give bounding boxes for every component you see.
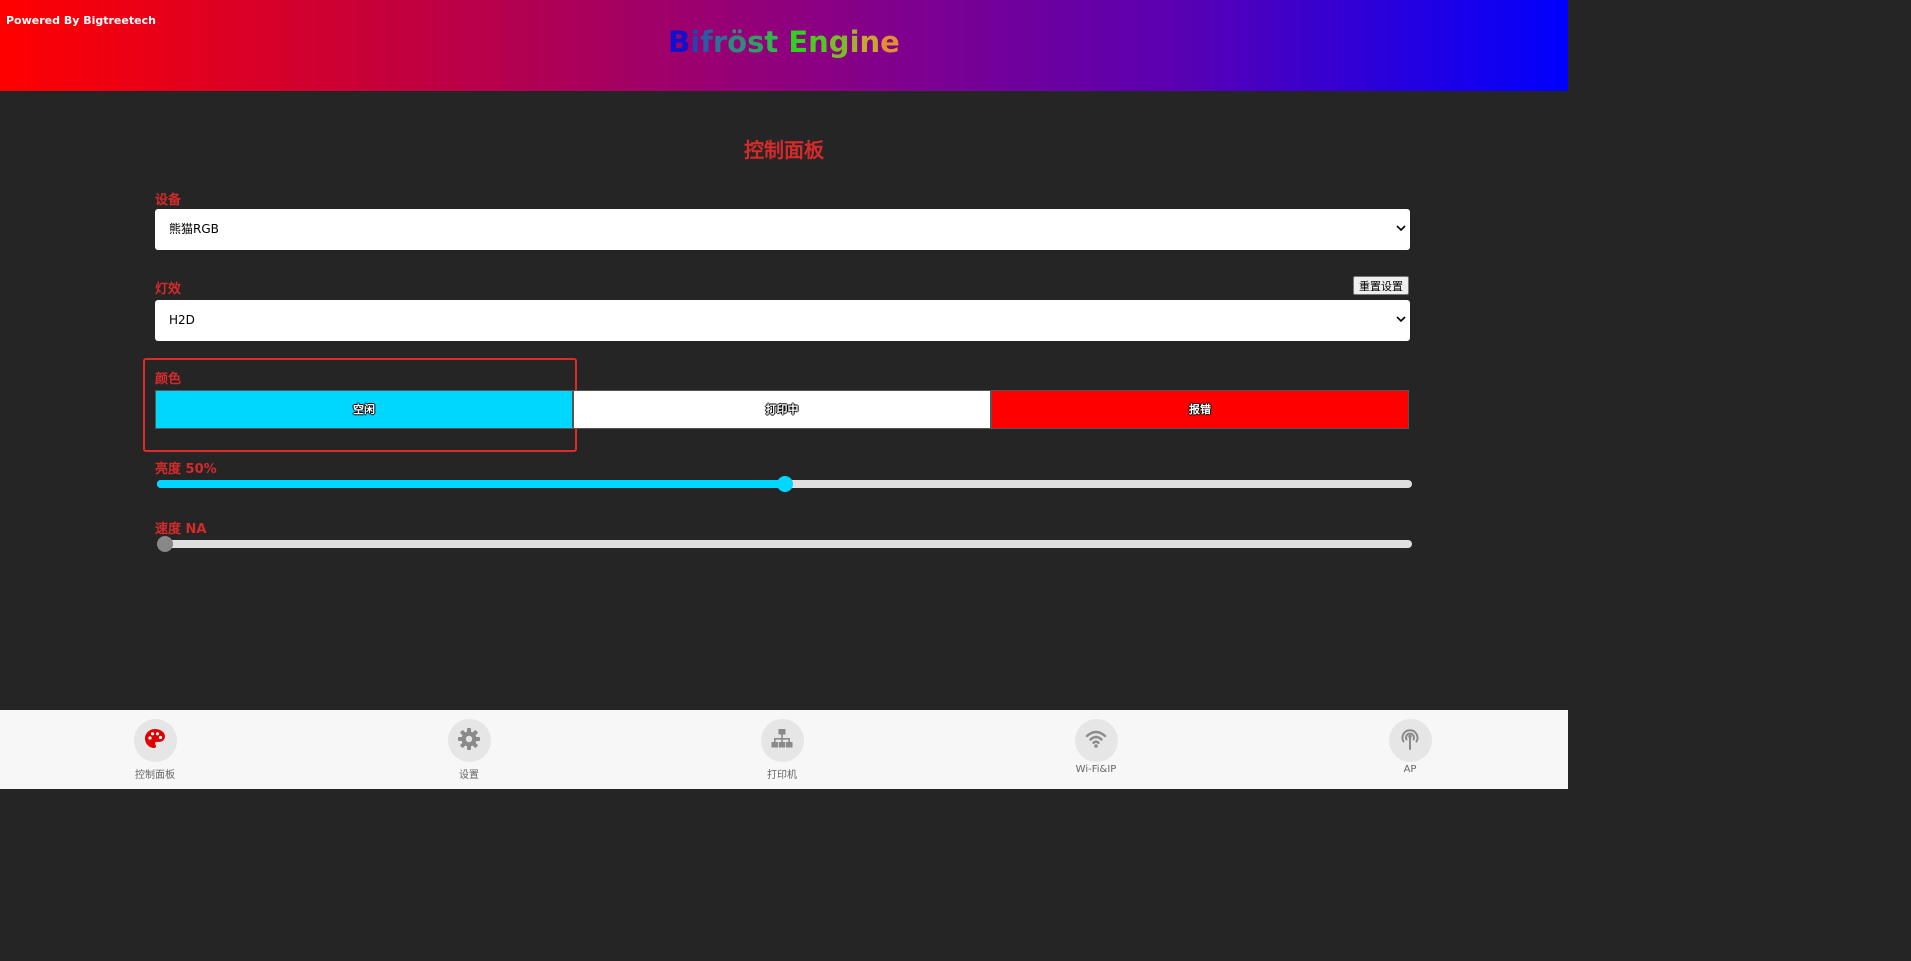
brand-title-letter: B (668, 25, 691, 59)
page-title: 控制面板 (744, 138, 824, 162)
effect-select-value: H2D (169, 313, 195, 327)
effect-select[interactable]: H2D (155, 300, 1410, 341)
brand-title-letter: i (690, 25, 701, 59)
nav-item-label: AP (1403, 764, 1417, 775)
antenna-icon (1398, 727, 1422, 755)
brand-title-letter: t (764, 25, 779, 59)
nav-item-ap[interactable]: AP (1350, 719, 1470, 775)
bottom-nav: 控制面板 设置 打印机 Wi-Fi&IP AP (0, 710, 1568, 789)
brand-title-letter: i (849, 25, 860, 59)
brightness-slider-fill (157, 480, 785, 488)
nav-item-control-panel[interactable]: 控制面板 (95, 719, 215, 781)
nav-item-wifi[interactable]: Wi-Fi&IP (1036, 719, 1156, 775)
header-banner: Powered By Bigtreetech Bifröst Engine (0, 0, 1568, 91)
color-printing-button[interactable]: 打印中 (573, 390, 991, 429)
nav-item-label: Wi-Fi&IP (1075, 764, 1117, 775)
effect-label: 灯效 (155, 282, 182, 297)
chevron-down-icon (1396, 300, 1406, 341)
speed-slider[interactable] (157, 536, 1412, 552)
device-select-value: 熊猫RGB (169, 222, 219, 236)
brand-title-letter: E (788, 25, 809, 59)
speed-slider-thumb[interactable] (157, 536, 173, 552)
nav-item-label: 设置 (459, 770, 479, 781)
color-label: 颜色 (155, 372, 182, 387)
brightness-slider[interactable] (157, 476, 1412, 492)
palette-icon (143, 727, 167, 755)
brand-title-letter: n (808, 25, 829, 59)
nav-item-label: 控制面板 (135, 770, 175, 781)
brand-title: Bifröst Engine (0, 22, 1568, 62)
brand-title-letter: r (712, 25, 728, 59)
gear-icon (457, 727, 481, 755)
speed-label: 速度 NA (155, 522, 207, 537)
nav-item-printer[interactable]: 打印机 (722, 719, 842, 781)
brightness-slider-thumb[interactable] (777, 476, 793, 492)
nav-icon-circle (133, 719, 177, 762)
brand-title-letter: e (880, 25, 900, 59)
chevron-down-icon (1396, 209, 1406, 250)
brand-title-letter: g (828, 25, 850, 59)
brightness-label: 亮度 50% (155, 462, 217, 477)
color-error-button[interactable]: 报错 (991, 390, 1409, 429)
nav-icon-circle (760, 719, 804, 762)
device-select[interactable]: 熊猫RGB (155, 209, 1410, 250)
brand-title-letter: f (700, 25, 713, 59)
nav-icon-circle (1388, 719, 1432, 762)
brand-title-letter (778, 22, 788, 62)
nav-item-label: 打印机 (767, 770, 797, 781)
wifi-icon (1084, 727, 1108, 755)
brand-title-letter: s (747, 25, 765, 59)
nav-icon-circle (447, 719, 491, 762)
color-idle-button[interactable]: 空闲 (155, 390, 573, 429)
device-label: 设备 (155, 193, 182, 208)
nav-icon-circle (1074, 719, 1118, 762)
brand-title-letter: n (859, 25, 881, 59)
brand-title-letter: ö (727, 25, 748, 59)
reset-settings-button[interactable]: 重置设置 (1353, 276, 1409, 295)
network-icon (770, 727, 794, 755)
nav-item-settings[interactable]: 设置 (409, 719, 529, 781)
